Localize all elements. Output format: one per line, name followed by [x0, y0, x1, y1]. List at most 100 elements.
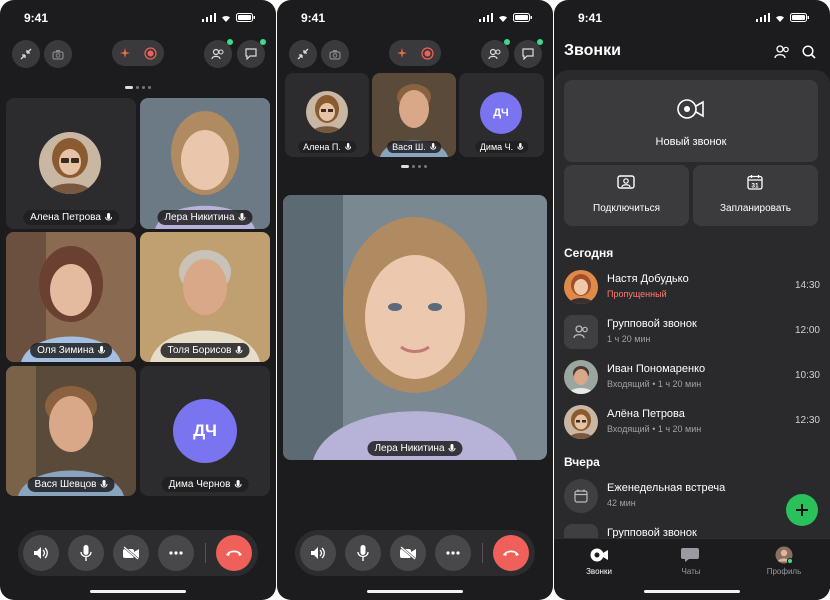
- call-history-row[interactable]: Настя Добудько Пропущенный 14:30: [564, 270, 820, 310]
- contacts-icon[interactable]: [774, 45, 790, 59]
- section-yesterday: Вчера: [564, 455, 600, 469]
- cellular-icon: [202, 13, 216, 22]
- microphone-icon: [357, 545, 369, 561]
- calls-sheet: Новый звонок Подключиться 31 Запланирова…: [554, 70, 830, 600]
- participant-label: Дима Чернов: [161, 477, 249, 492]
- status-bar: 9:41: [0, 10, 276, 28]
- group-avatar: [564, 315, 598, 349]
- participant-tile[interactable]: Алена Петрова: [6, 98, 136, 229]
- event-avatar: [564, 479, 598, 513]
- wifi-icon: [222, 15, 230, 22]
- page-indicator: [125, 86, 151, 89]
- calendar-day: 31: [751, 183, 759, 190]
- mic-button[interactable]: [68, 535, 104, 571]
- participant-tile-small[interactable]: ДЧ Дима Ч.: [459, 73, 544, 157]
- call-history-row[interactable]: Групповой звонок 1 ч 20 мин 12:00: [564, 315, 820, 355]
- hang-up-icon: [503, 550, 519, 556]
- participant-tile[interactable]: Лера Никитина: [140, 98, 270, 229]
- effects-icon[interactable]: [119, 47, 131, 59]
- more-button[interactable]: [435, 535, 471, 571]
- participant-tile[interactable]: Толя Борисов: [140, 232, 270, 362]
- join-icon: [617, 175, 635, 189]
- end-call-button[interactable]: [493, 535, 529, 571]
- avatar: [306, 91, 348, 133]
- cellular-icon: [756, 13, 770, 22]
- page-title: Звонки: [564, 42, 621, 59]
- avatar: [564, 360, 598, 394]
- avatar: [39, 132, 101, 194]
- tab-profile[interactable]: Профиль: [754, 545, 814, 576]
- chat-button[interactable]: [514, 39, 543, 68]
- page-indicator: [401, 165, 427, 168]
- wifi-icon: [776, 15, 784, 22]
- participants-icon: [211, 48, 224, 60]
- participants-button[interactable]: [204, 39, 233, 68]
- more-icon: [446, 551, 460, 555]
- calendar-icon: [574, 489, 588, 503]
- chat-icon: [245, 48, 257, 60]
- tab-chats[interactable]: Чаты: [661, 545, 721, 576]
- call-speaker-screen: 9:41 Алена П. Вася Ш. ДЧ Дима Ч. Лера Ни…: [277, 0, 553, 600]
- camera-switch-button[interactable]: [44, 40, 72, 68]
- participant-tile-small[interactable]: Вася Ш.: [372, 73, 456, 157]
- chats-tab-icon: [681, 548, 699, 562]
- record-icon[interactable]: [421, 46, 434, 60]
- battery-icon: [236, 13, 255, 22]
- battery-icon: [513, 13, 532, 22]
- effects-icon[interactable]: [396, 47, 408, 59]
- group-icon: [573, 325, 588, 339]
- add-call-fab[interactable]: [786, 494, 818, 526]
- avatar: [564, 270, 598, 304]
- search-icon[interactable]: [802, 45, 816, 59]
- minimize-button[interactable]: [12, 40, 40, 68]
- participant-label: Алена П.: [298, 141, 356, 153]
- mic-icon: [517, 143, 524, 150]
- mic-button[interactable]: [345, 535, 381, 571]
- camera-switch-button[interactable]: [321, 40, 349, 68]
- speaker-button[interactable]: [300, 535, 336, 571]
- avatar-initials: ДЧ: [173, 399, 237, 463]
- participant-label: Толя Борисов: [160, 343, 250, 358]
- camera-off-icon: [400, 546, 416, 560]
- call-history-row[interactable]: Еженедельная встреча 42 мин: [564, 479, 820, 519]
- minimize-button[interactable]: [289, 40, 317, 68]
- more-button[interactable]: [158, 535, 194, 571]
- calendar-icon: 31: [747, 175, 763, 190]
- mic-icon: [429, 143, 436, 150]
- record-icon[interactable]: [144, 46, 157, 60]
- camera-off-button[interactable]: [113, 535, 149, 571]
- mic-icon: [238, 213, 246, 221]
- mic-icon: [235, 346, 243, 354]
- calls-tab-icon: [590, 548, 608, 562]
- new-call-icon: [677, 99, 704, 119]
- participant-tile[interactable]: Оля Зимина: [6, 232, 136, 362]
- participant-tile-small[interactable]: Алена П.: [285, 73, 369, 157]
- chat-button[interactable]: [237, 39, 266, 68]
- status-time: 9:41: [301, 11, 326, 25]
- camera-off-button[interactable]: [390, 535, 426, 571]
- participant-tile[interactable]: ДЧ Дима Чернов: [140, 366, 270, 496]
- participant-tile[interactable]: Вася Шевцов: [6, 366, 136, 496]
- status-bar: 9:41: [277, 10, 553, 28]
- plus-icon: [796, 504, 808, 516]
- mic-icon: [100, 480, 108, 488]
- mic-icon: [344, 143, 351, 150]
- wifi-icon: [499, 15, 507, 22]
- avatar-initials: ДЧ: [480, 92, 522, 134]
- participant-label: Вася Ш.: [387, 141, 441, 153]
- new-call-button[interactable]: Новый звонок: [564, 80, 818, 162]
- call-history-row[interactable]: Иван Пономаренко Входящий • 1 ч 20 мин 1…: [564, 360, 820, 400]
- end-call-button[interactable]: [216, 535, 252, 571]
- participant-label: Лера Никитина: [157, 210, 253, 225]
- join-button[interactable]: Подключиться: [564, 165, 689, 226]
- call-history-row[interactable]: Алёна Петрова Входящий • 1 ч 20 мин 12:3…: [564, 405, 820, 445]
- speaker-button[interactable]: [23, 535, 59, 571]
- schedule-button[interactable]: 31 Запланировать: [693, 165, 818, 226]
- tab-calls[interactable]: Звонки: [569, 545, 629, 576]
- home-indicator: [367, 590, 463, 593]
- hang-up-icon: [226, 550, 242, 556]
- participants-button[interactable]: [481, 39, 510, 68]
- microphone-icon: [80, 545, 92, 561]
- speaker-icon: [311, 547, 325, 559]
- active-speaker-tile[interactable]: Лера Никитина: [283, 195, 547, 460]
